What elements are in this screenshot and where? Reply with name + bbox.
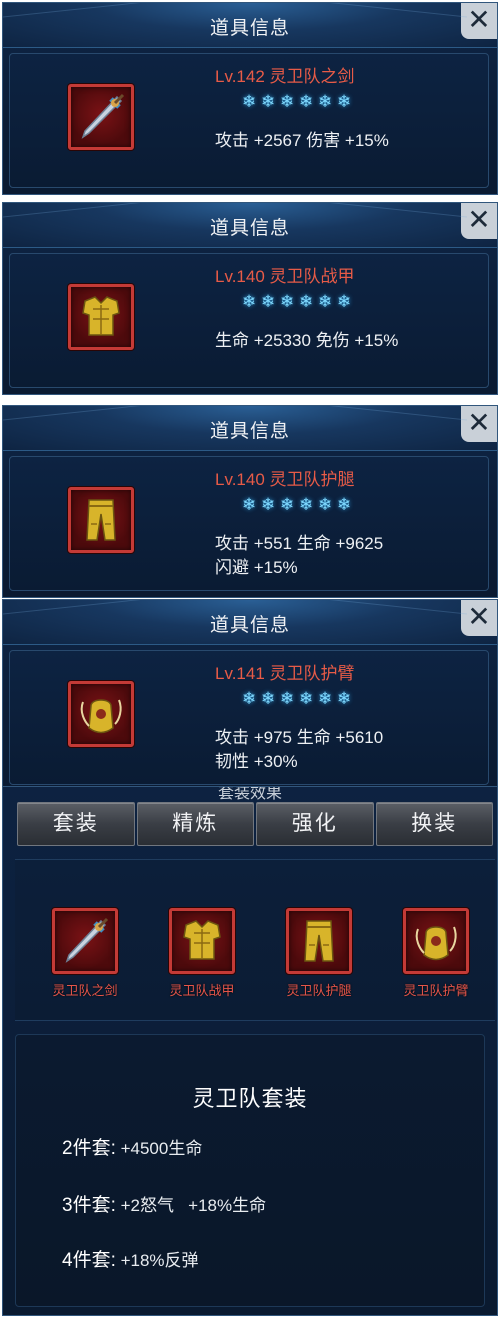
set-item-bracer[interactable]: 灵卫队护臂 — [386, 908, 486, 999]
star-rating: ❄ ❄ ❄ ❄ ❄ ❄ — [242, 689, 355, 711]
star-icon: ❄ — [280, 292, 295, 311]
set-bonus-count: 2件套: — [62, 1138, 116, 1159]
star-icon: ❄ — [318, 292, 333, 311]
panel-title: 道具信息 — [209, 615, 290, 636]
bracer-icon[interactable] — [68, 681, 134, 747]
panel-title: 道具信息 — [209, 218, 290, 239]
set-item-leggings[interactable]: 灵卫队护腿 — [269, 908, 369, 999]
item-info-panel-bracer: 道具信息 ✕ Lv.141 灵卫队护臂 ❄ ❄ ❄ ❄ ❄ ❄ 攻击 +975 生命 +5… — [2, 599, 498, 792]
star-icon: ❄ — [299, 495, 314, 514]
item-stat-line: 攻击 +551 生命 +9625 — [215, 534, 384, 553]
set-bonus-count: 3件套: — [62, 1195, 116, 1216]
armor-icon — [169, 908, 235, 974]
star-icon: ❄ — [318, 689, 333, 708]
item-info-panel-armor: 道具信息 ✕ Lv.140 灵卫队战甲 ❄ ❄ ❄ ❄ ❄ ❄ 生命 +25330 免伤 … — [2, 202, 498, 395]
star-icon: ❄ — [299, 689, 314, 708]
star-icon: ❄ — [280, 689, 295, 708]
panel-body: Lv.142 灵卫队之剑 ❄ ❄ ❄ ❄ ❄ ❄ 攻击 +2567 伤害 +15% — [9, 53, 489, 188]
item-name: Lv.140 灵卫队战甲 — [215, 267, 355, 286]
star-icon: ❄ — [318, 495, 333, 514]
star-rating: ❄ ❄ ❄ ❄ ❄ ❄ — [242, 92, 355, 114]
star-icon: ❄ — [261, 495, 276, 514]
close-button[interactable]: ✕ — [461, 203, 497, 239]
set-bonus-row: 3件套: +2怒气 +18%生命 — [62, 1190, 266, 1217]
item-name: Lv.140 灵卫队护腿 — [215, 470, 355, 489]
close-button[interactable]: ✕ — [461, 600, 497, 636]
set-item-label: 灵卫队护臂 — [403, 983, 469, 998]
set-bonus-row: 4件套: +18%反弹 — [62, 1245, 199, 1272]
tab-enhance[interactable]: 强化 — [256, 802, 374, 846]
star-icon: ❄ — [242, 92, 257, 111]
set-bonus-text: +2怒气 +18%生命 — [120, 1196, 267, 1215]
star-icon: ❄ — [242, 292, 257, 311]
star-rating: ❄ ❄ ❄ ❄ ❄ ❄ — [242, 495, 355, 517]
star-icon: ❄ — [242, 495, 257, 514]
set-bonus-row: 2件套: +4500生命 — [62, 1133, 202, 1160]
star-icon: ❄ — [280, 495, 295, 514]
star-icon: ❄ — [261, 689, 276, 708]
star-icon: ❄ — [337, 92, 352, 111]
item-info-panel-sword: 道具信息 ✕ Lv.142 灵卫队之剑 ❄ ❄ ❄ ❄ ❄ ❄ 攻击 +2567 伤害 +… — [2, 2, 498, 195]
panel-header: 道具信息 ✕ — [3, 203, 497, 248]
armor-icon[interactable] — [68, 284, 134, 350]
star-icon: ❄ — [337, 495, 352, 514]
leggings-icon — [286, 908, 352, 974]
leggings-icon[interactable] — [68, 487, 134, 553]
item-info-panel-leggings: 道具信息 ✕ Lv.140 灵卫队护腿 ❄ ❄ ❄ ❄ ❄ ❄ 攻击 +551 生命 +9… — [2, 405, 498, 598]
set-item-label: 灵卫队护腿 — [286, 983, 352, 998]
star-icon: ❄ — [242, 689, 257, 708]
set-item-armor[interactable]: 灵卫队战甲 — [152, 908, 252, 999]
star-icon: ❄ — [261, 92, 276, 111]
star-icon: ❄ — [280, 92, 295, 111]
set-item-sword[interactable]: 灵卫队之剑 — [35, 908, 135, 999]
star-icon: ❄ — [337, 689, 352, 708]
tab-bar: 套装 精炼 强化 换装 — [17, 802, 495, 846]
panel-title: 道具信息 — [209, 421, 290, 442]
item-name: Lv.142 灵卫队之剑 — [215, 67, 355, 86]
close-button[interactable]: ✕ — [461, 3, 497, 39]
panel-body: Lv.140 灵卫队护腿 ❄ ❄ ❄ ❄ ❄ ❄ 攻击 +551 生命 +9625 闪避 … — [9, 456, 489, 591]
panel-header: 道具信息 ✕ — [3, 600, 497, 645]
sword-icon[interactable] — [68, 84, 134, 150]
star-icon: ❄ — [261, 292, 276, 311]
star-rating: ❄ ❄ ❄ ❄ ❄ ❄ — [242, 292, 355, 314]
sword-icon — [52, 908, 118, 974]
tab-set[interactable]: 套装 — [17, 802, 135, 846]
panel-header: 道具信息 ✕ — [3, 406, 497, 451]
panel-body: Lv.141 灵卫队护臂 ❄ ❄ ❄ ❄ ❄ ❄ 攻击 +975 生命 +5610 韧性 … — [9, 650, 489, 785]
item-stat-line: 攻击 +975 生命 +5610 — [215, 728, 384, 747]
set-bonus-count: 4件套: — [62, 1250, 116, 1271]
tab-refine[interactable]: 精炼 — [136, 802, 254, 846]
set-bonus-text: +18%反弹 — [120, 1251, 199, 1270]
set-item-row: 灵卫队之剑 灵卫队战甲 灵卫队护腿 灵卫队护臂 — [15, 859, 495, 1021]
item-stat-line: 韧性 +30% — [215, 752, 298, 771]
panel-header: 道具信息 ✕ — [3, 3, 497, 48]
item-name: Lv.141 灵卫队护臂 — [215, 664, 355, 683]
bracer-icon — [403, 908, 469, 974]
star-icon: ❄ — [299, 92, 314, 111]
set-bonus-title: 灵卫队套装 — [192, 1086, 308, 1111]
star-icon: ❄ — [337, 292, 352, 311]
set-bonus-text: +4500生命 — [120, 1139, 203, 1158]
tab-change-outfit[interactable]: 换装 — [375, 802, 493, 846]
set-panel-caption: 套装效果 — [217, 786, 282, 802]
set-bonus-box: 灵卫队套装 2件套: +4500生命 3件套: +2怒气 +18%生命 4件套:… — [15, 1034, 485, 1307]
item-stat-line: 闪避 +15% — [215, 558, 298, 577]
close-button[interactable]: ✕ — [461, 406, 497, 442]
item-stat-line: 攻击 +2567 伤害 +15% — [215, 131, 389, 150]
star-icon: ❄ — [318, 92, 333, 111]
set-item-label: 灵卫队之剑 — [52, 983, 118, 998]
set-bonus-panel: 套装效果 套装 精炼 强化 换装 灵卫队之剑 灵卫队战甲 灵卫队护腿 灵卫队护臂… — [2, 786, 498, 1316]
panel-title: 道具信息 — [209, 18, 290, 39]
panel-body: Lv.140 灵卫队战甲 ❄ ❄ ❄ ❄ ❄ ❄ 生命 +25330 免伤 +15% — [9, 253, 489, 388]
star-icon: ❄ — [299, 292, 314, 311]
item-stat-line: 生命 +25330 免伤 +15% — [215, 331, 399, 350]
set-item-label: 灵卫队战甲 — [169, 983, 235, 998]
